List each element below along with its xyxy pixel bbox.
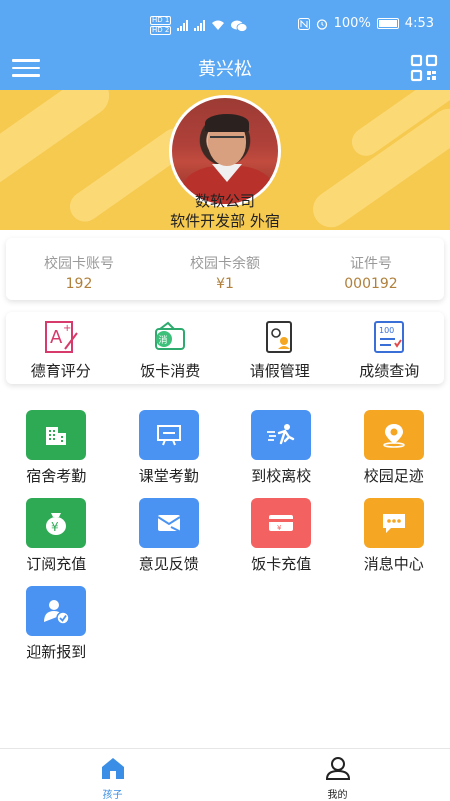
nfc-icon xyxy=(298,18,310,30)
campus-footprint-button[interactable]: 校园足迹 xyxy=(338,406,450,494)
svg-text:100: 100 xyxy=(379,326,394,335)
alarm-icon xyxy=(316,18,328,30)
class-attendance-icon xyxy=(139,410,199,460)
company-name: 数软公司 xyxy=(0,190,450,211)
home-icon xyxy=(99,755,127,781)
app-header: 黄兴松 xyxy=(0,46,450,90)
feedback-icon xyxy=(139,498,199,548)
leave-manage-icon xyxy=(262,319,298,355)
arrive-leave-icon xyxy=(251,410,311,460)
user-icon xyxy=(324,755,352,781)
svg-text:¥: ¥ xyxy=(51,520,59,534)
moral-score-icon: A + xyxy=(43,319,79,355)
arrive-leave-button[interactable]: 到校离校 xyxy=(225,406,338,494)
feedback-button[interactable]: 意见反馈 xyxy=(113,494,226,582)
bottom-tab-bar: 孩子 我的 xyxy=(0,748,450,800)
tab-mine[interactable]: 我的 xyxy=(225,749,450,800)
class-attendance-label: 课堂考勤 xyxy=(113,465,226,486)
arrive-leave-label: 到校离校 xyxy=(225,465,338,486)
id-number: 证件号 000192 xyxy=(298,238,444,300)
meal-card-recharge-label: 饭卡充值 xyxy=(225,553,338,574)
campus-footprint-icon xyxy=(364,410,424,460)
message-center-label: 消息中心 xyxy=(338,553,450,574)
message-center-icon xyxy=(364,498,424,548)
signal2-icon xyxy=(194,20,205,31)
tab-mine-label: 我的 xyxy=(225,786,450,801)
new-student-checkin-label: 迎新报到 xyxy=(0,641,113,662)
dorm-attendance-icon xyxy=(26,410,86,460)
leave-manage-button[interactable]: 请假管理 xyxy=(225,312,335,384)
new-student-checkin-button[interactable]: 迎新报到 xyxy=(0,582,113,670)
hd2-badge: HD 2 xyxy=(150,26,171,35)
function-grid: 宿舍考勤 课堂考勤 到校离校 校园足迹 ¥ 订阅充值 xyxy=(0,406,450,670)
svg-text:A: A xyxy=(50,327,63,348)
wifi-icon xyxy=(211,20,225,31)
campus-card-info: 校园卡账号 192 校园卡余额 ¥1 证件号 000192 xyxy=(6,238,444,300)
clock: 4:53 xyxy=(405,16,434,31)
grade-query-button[interactable]: 100 成绩查询 xyxy=(335,312,445,384)
svg-text:+: + xyxy=(63,323,71,334)
card-balance-label: 校园卡余额 xyxy=(152,253,298,273)
battery-icon xyxy=(377,18,399,29)
grade-query-icon: 100 xyxy=(371,319,407,355)
hd-badges: HD 1 HD 2 xyxy=(150,16,171,35)
dorm-attendance-button[interactable]: 宿舍考勤 xyxy=(0,406,113,494)
tab-children-label: 孩子 xyxy=(0,786,225,801)
card-account-value: 192 xyxy=(6,276,152,292)
profile-banner: 数软公司 软件开发部 外宿 xyxy=(0,90,450,230)
signal-icon xyxy=(177,20,188,31)
meal-card-recharge-icon: ¥ xyxy=(251,498,311,548)
card-balance: 校园卡余额 ¥1 xyxy=(152,238,298,300)
wechat-icon xyxy=(231,20,247,32)
department-info: 软件开发部 外宿 xyxy=(0,210,450,230)
battery-percent: 100% xyxy=(334,16,371,31)
meal-card-spend-label: 饭卡消费 xyxy=(116,360,226,381)
meal-card-spend-icon: 消 xyxy=(152,319,188,355)
svg-text:消: 消 xyxy=(159,334,168,346)
status-bar: HD 1 HD 2 100% 4:53 xyxy=(0,0,450,46)
subscribe-recharge-button[interactable]: ¥ 订阅充值 xyxy=(0,494,113,582)
leave-manage-label: 请假管理 xyxy=(225,360,335,381)
tab-children[interactable]: 孩子 xyxy=(0,749,225,800)
status-right: 100% 4:53 xyxy=(298,16,434,31)
hd1-badge: HD 1 xyxy=(150,16,171,25)
feedback-label: 意见反馈 xyxy=(113,553,226,574)
grade-query-label: 成绩查询 xyxy=(335,360,445,381)
class-attendance-button[interactable]: 课堂考勤 xyxy=(113,406,226,494)
meal-card-recharge-button[interactable]: ¥ 饭卡充值 xyxy=(225,494,338,582)
id-number-value: 000192 xyxy=(298,276,444,292)
svg-text:¥: ¥ xyxy=(277,524,282,532)
moral-score-label: 德育评分 xyxy=(6,360,116,381)
dorm-attendance-label: 宿舍考勤 xyxy=(0,465,113,486)
moral-score-button[interactable]: A + 德育评分 xyxy=(6,312,116,384)
qr-scan-icon[interactable] xyxy=(410,54,438,82)
subscribe-recharge-label: 订阅充值 xyxy=(0,553,113,574)
card-account: 校园卡账号 192 xyxy=(6,238,152,300)
meal-card-spend-button[interactable]: 消 饭卡消费 xyxy=(116,312,226,384)
status-left: HD 1 HD 2 xyxy=(150,16,247,35)
campus-footprint-label: 校园足迹 xyxy=(338,465,450,486)
card-account-label: 校园卡账号 xyxy=(6,253,152,273)
page-title: 黄兴松 xyxy=(0,55,450,81)
top-menu: A + 德育评分 消 饭卡消费 请假管理 100 成绩查询 xyxy=(6,312,444,384)
card-balance-value: ¥1 xyxy=(152,276,298,292)
id-number-label: 证件号 xyxy=(298,253,444,273)
new-student-checkin-icon xyxy=(26,586,86,636)
subscribe-recharge-icon: ¥ xyxy=(26,498,86,548)
message-center-button[interactable]: 消息中心 xyxy=(338,494,450,582)
